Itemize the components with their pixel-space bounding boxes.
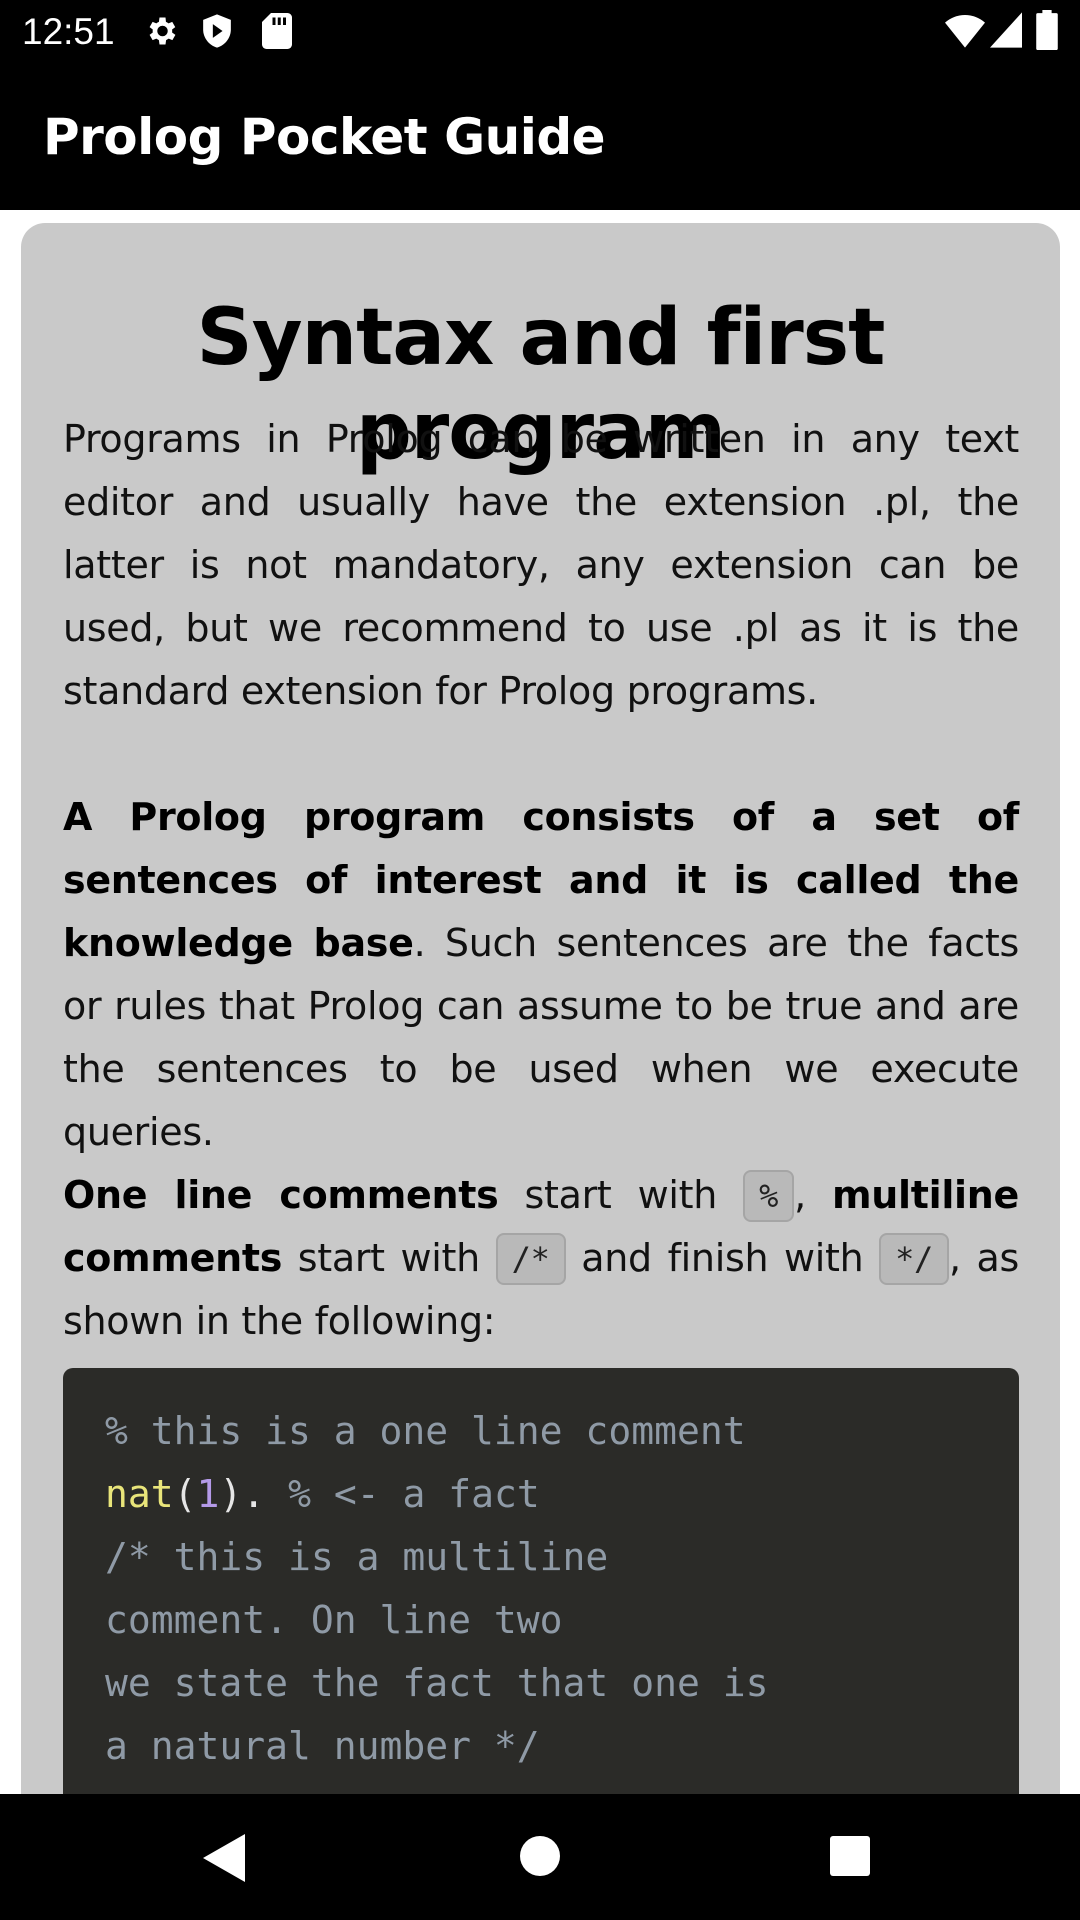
paragraph-comments: One line comments start with %, multilin…: [63, 1164, 1019, 1353]
home-icon[interactable]: [520, 1836, 560, 1881]
paragraph-knowledge-base: A Prolog program consists of a set of se…: [63, 786, 1019, 1164]
lesson-card: Syntax and first program Programs in Pro…: [21, 223, 1060, 1794]
code-line: we state the fact that one is: [105, 1661, 769, 1705]
code-token-punc: ).: [219, 1472, 266, 1516]
content-area[interactable]: Syntax and first program Programs in Pro…: [0, 210, 1080, 1794]
inline-code-close-comment: */: [879, 1232, 950, 1285]
comments-text: start with: [282, 1236, 496, 1280]
app-title: Prolog Pocket Guide: [43, 108, 606, 166]
app-bar: Prolog Pocket Guide: [0, 63, 1080, 210]
paragraph-intro: Programs in Prolog can be written in any…: [63, 417, 1019, 713]
code-token-punc: (: [173, 1472, 197, 1516]
shield-icon: [200, 13, 234, 54]
status-bar: 12:51: [0, 0, 1080, 63]
signal-icon: [990, 12, 1022, 53]
comments-text: start with: [498, 1173, 744, 1217]
code-line: /* this is a multiline: [105, 1535, 609, 1579]
status-time: 12:51: [22, 11, 115, 52]
comments-text: and finish with: [565, 1236, 880, 1280]
code-line: a natural number */: [105, 1724, 540, 1768]
code-line: % this is a one line comment: [105, 1409, 746, 1453]
gear-icon: [143, 13, 179, 54]
comments-text: ,: [794, 1173, 832, 1217]
code-line: comment. On line two: [105, 1598, 563, 1642]
navigation-bar: [0, 1794, 1080, 1920]
recents-icon[interactable]: [830, 1836, 870, 1881]
back-icon[interactable]: [203, 1834, 245, 1887]
code-token-number: 1: [196, 1472, 220, 1516]
one-line-comments-label: One line comments: [63, 1173, 499, 1217]
code-line: nat(1). % <- a fact: [105, 1463, 540, 1526]
sd-card-icon: [262, 13, 292, 54]
battery-icon: [1036, 10, 1058, 55]
code-block: % this is a one line comment nat(1). % <…: [63, 1368, 1019, 1794]
inline-code-percent: %: [743, 1169, 795, 1222]
inline-code-open-comment: /*: [495, 1232, 566, 1285]
code-token-fn: nat: [105, 1472, 174, 1516]
wifi-icon: [945, 14, 985, 53]
code-token-comment: % <- a fact: [265, 1472, 540, 1516]
